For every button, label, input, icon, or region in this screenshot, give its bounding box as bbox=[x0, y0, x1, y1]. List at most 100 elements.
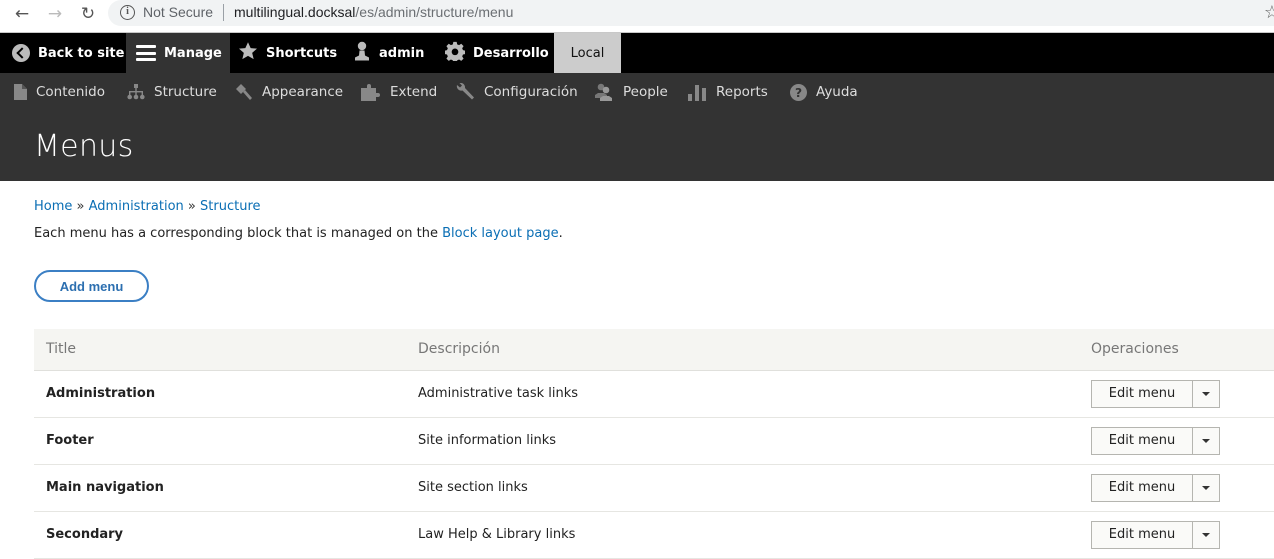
menu-description: Site section links bbox=[406, 464, 1079, 512]
bookmark-star-icon[interactable]: ☆ bbox=[1264, 2, 1274, 23]
breadcrumb-separator: » bbox=[76, 199, 85, 214]
help-text: Each menu has a corresponding block that… bbox=[34, 226, 563, 241]
toolbar-desarrollo[interactable]: Desarrollo bbox=[444, 33, 549, 73]
dropdown-toggle-icon[interactable] bbox=[1193, 522, 1219, 548]
wrench-icon bbox=[455, 83, 475, 101]
operations-dropbutton: Edit menu bbox=[1091, 473, 1220, 502]
tray-item-label: Contenido bbox=[36, 84, 105, 100]
svg-text:?: ? bbox=[795, 85, 802, 99]
environment-label: Local bbox=[570, 45, 605, 61]
add-menu-button[interactable]: Add menu bbox=[34, 270, 149, 302]
breadcrumb-separator: » bbox=[187, 199, 196, 214]
toolbar-item-label: Shortcuts bbox=[266, 45, 338, 61]
tray-item-people[interactable]: People bbox=[594, 73, 668, 111]
menu-operations: Edit menu bbox=[1079, 464, 1274, 512]
tray-item-structure[interactable]: Structure bbox=[127, 73, 217, 111]
toolbar-back-to-site[interactable]: Back to site bbox=[12, 33, 124, 73]
tray-item-configuracion[interactable]: Configuración bbox=[455, 73, 578, 111]
address-bar[interactable]: i Not Secure multilingual.docksal/es/adm… bbox=[108, 0, 1274, 26]
breadcrumb-administration[interactable]: Administration bbox=[89, 199, 184, 214]
security-label: Not Secure bbox=[143, 4, 214, 20]
breadcrumb-home[interactable]: Home bbox=[34, 199, 72, 214]
tray-item-label: Appearance bbox=[262, 84, 344, 100]
dropdown-toggle-icon[interactable] bbox=[1193, 381, 1219, 407]
puzzle-icon bbox=[361, 83, 381, 101]
environment-indicator: Local bbox=[554, 33, 621, 73]
tray-item-label: Extend bbox=[390, 84, 438, 100]
operations-dropbutton: Edit menu bbox=[1091, 379, 1220, 408]
admin-tray: Contenido Structure Appearance Extend Co… bbox=[0, 73, 1274, 111]
table-row: Secondary Law Help & Library links Edit … bbox=[34, 511, 1274, 559]
toolbar-item-label: Back to site bbox=[38, 45, 125, 61]
url-separator bbox=[223, 4, 224, 21]
tray-item-extend[interactable]: Extend bbox=[361, 73, 437, 111]
browser-forward-button[interactable]: → bbox=[43, 3, 67, 25]
menu-operations: Edit menu bbox=[1079, 511, 1274, 559]
paintbrush-icon bbox=[235, 83, 253, 101]
breadcrumb-structure[interactable]: Structure bbox=[200, 199, 260, 214]
user-icon bbox=[353, 41, 371, 65]
toolbar-item-label: Manage bbox=[164, 45, 222, 61]
bar-chart-icon bbox=[688, 83, 707, 101]
dropdown-toggle-icon[interactable] bbox=[1193, 475, 1219, 501]
toolbar-user[interactable]: admin bbox=[353, 33, 424, 73]
toolbar-item-label: admin bbox=[379, 45, 425, 61]
column-header-description: Descripción bbox=[418, 341, 500, 358]
edit-menu-button[interactable]: Edit menu bbox=[1092, 521, 1193, 548]
gear-icon bbox=[444, 41, 466, 65]
help-icon: ? bbox=[790, 83, 807, 101]
star-icon bbox=[238, 41, 258, 65]
dropdown-toggle-icon[interactable] bbox=[1193, 428, 1219, 454]
block-layout-link[interactable]: Block layout page bbox=[442, 226, 558, 241]
menu-title: Main navigation bbox=[34, 464, 406, 512]
table-header-row: Title Descripción Operaciones bbox=[34, 329, 1274, 370]
menu-operations: Edit menu bbox=[1079, 417, 1274, 465]
menu-operations: Edit menu bbox=[1079, 370, 1274, 418]
column-header-operations: Operaciones bbox=[1091, 341, 1179, 358]
menu-title: Administration bbox=[34, 370, 406, 418]
operations-dropbutton: Edit menu bbox=[1091, 520, 1220, 549]
sitemap-icon bbox=[127, 84, 145, 100]
breadcrumb: Home » Administration » Structure bbox=[34, 199, 261, 214]
table-row: Administration Administrative task links… bbox=[34, 370, 1274, 418]
people-icon bbox=[594, 83, 614, 101]
url-path: /es/admin/structure/menu bbox=[355, 4, 514, 20]
browser-bar: ← → ↻ i Not Secure multilingual.docksal/… bbox=[0, 0, 1274, 33]
operations-dropbutton: Edit menu bbox=[1091, 426, 1220, 455]
table-row: Footer Site information links Edit menu bbox=[34, 417, 1274, 465]
tray-item-label: Ayuda bbox=[816, 84, 858, 100]
info-icon[interactable]: i bbox=[120, 5, 135, 20]
help-text-suffix: . bbox=[558, 226, 563, 241]
toolbar-manage[interactable]: Manage bbox=[126, 33, 230, 73]
tray-item-reports[interactable]: Reports bbox=[688, 73, 768, 111]
edit-menu-button[interactable]: Edit menu bbox=[1092, 474, 1193, 501]
document-icon bbox=[14, 84, 27, 100]
browser-reload-button[interactable]: ↻ bbox=[76, 3, 100, 25]
url-host: multilingual.docksal bbox=[234, 4, 356, 20]
toolbar-item-label: Desarrollo bbox=[473, 45, 549, 61]
browser-back-button[interactable]: ← bbox=[10, 3, 34, 25]
menu-description: Law Help & Library links bbox=[406, 511, 1079, 559]
column-header-title: Title bbox=[46, 341, 77, 358]
table-row: Main navigation Site section links Edit … bbox=[34, 464, 1274, 512]
edit-menu-button[interactable]: Edit menu bbox=[1092, 380, 1193, 407]
tray-item-label: Structure bbox=[154, 84, 217, 100]
tray-item-label: Reports bbox=[716, 84, 768, 100]
menu-description: Administrative task links bbox=[406, 370, 1079, 418]
tray-item-contenido[interactable]: Contenido bbox=[14, 73, 105, 111]
back-circle-icon bbox=[12, 44, 30, 62]
admin-toolbar: Back to site Manage Shortcuts admin Desa… bbox=[0, 33, 1274, 73]
tray-item-appearance[interactable]: Appearance bbox=[235, 73, 343, 111]
menu-title: Footer bbox=[34, 417, 406, 465]
url-text[interactable]: multilingual.docksal/es/admin/structure/… bbox=[234, 4, 513, 20]
menu-title: Secondary bbox=[34, 511, 406, 559]
tray-item-label: Configuración bbox=[484, 84, 578, 100]
tray-item-ayuda[interactable]: ? Ayuda bbox=[790, 73, 858, 111]
edit-menu-button[interactable]: Edit menu bbox=[1092, 427, 1193, 454]
help-text-prefix: Each menu has a corresponding block that… bbox=[34, 226, 443, 241]
menus-table: Title Descripción Operaciones Administra… bbox=[34, 329, 1274, 559]
toolbar-shortcuts[interactable]: Shortcuts bbox=[238, 33, 337, 73]
hamburger-icon bbox=[136, 45, 156, 61]
tray-item-label: People bbox=[623, 84, 668, 100]
menu-description: Site information links bbox=[406, 417, 1079, 465]
